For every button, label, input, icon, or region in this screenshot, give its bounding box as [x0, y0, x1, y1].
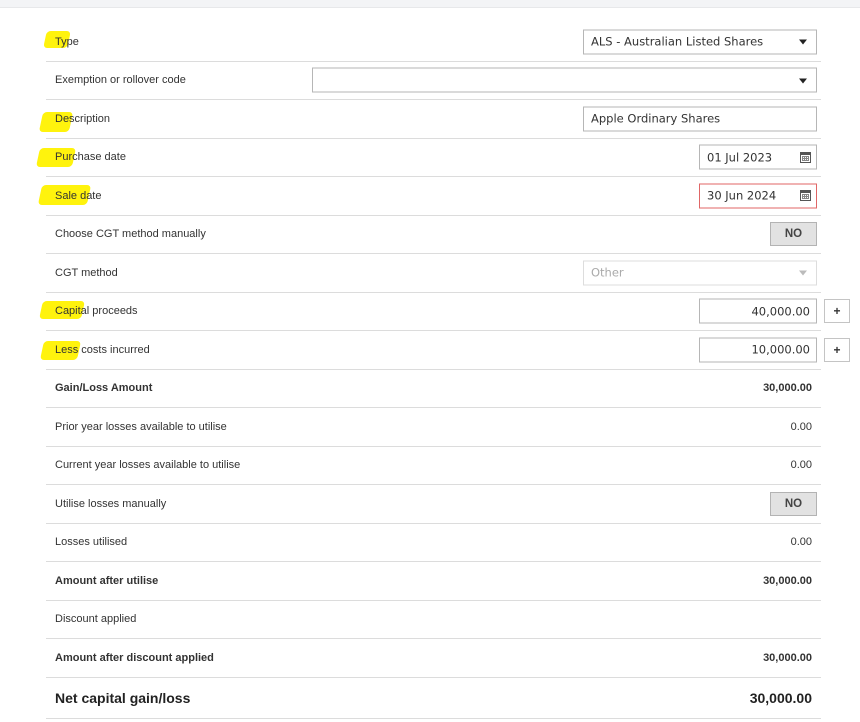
add-proceeds-button[interactable]: +: [824, 299, 850, 324]
gain-loss-label: Gain/Loss Amount: [55, 382, 153, 395]
capital-proceeds-label: Capital proceeds: [55, 305, 138, 318]
purchase-date-input[interactable]: 01 Jul 2023: [699, 144, 817, 170]
discount-label: Discount applied: [55, 613, 137, 626]
row-purchase-date: Purchase date 01 Jul 2023: [46, 139, 821, 177]
losses-utilised-label: Losses utilised: [55, 536, 128, 549]
after-discount-label: Amount after discount applied: [55, 651, 214, 664]
description-input[interactable]: Apple Ordinary Shares: [583, 106, 817, 132]
row-prior-losses: Prior year losses available to utilise 0…: [46, 408, 821, 447]
row-losses-utilised: Losses utilised 0.00: [46, 524, 821, 562]
less-costs-value: 10,000.00: [751, 342, 810, 357]
prior-losses-value: 0.00: [790, 420, 812, 433]
cgt-method-value: Other: [591, 265, 624, 280]
utilise-manually-label: Utilise losses manually: [55, 497, 167, 510]
choose-cgt-label: Choose CGT method manually: [55, 228, 206, 241]
calendar-icon[interactable]: [800, 151, 811, 163]
chevron-down-icon: [799, 270, 807, 276]
current-losses-value: 0.00: [790, 459, 812, 472]
row-capital-proceeds: Capital proceeds 40,000.00 +: [46, 293, 850, 331]
row-net-gain: Net capital gain/loss 30,000.00: [46, 678, 821, 719]
gain-loss-value: 30,000.00: [763, 382, 812, 395]
row-utilise-manually: Utilise losses manually NO: [46, 485, 821, 524]
row-less-costs: Less costs incurred 10,000.00 +: [46, 331, 850, 370]
cgt-method-label: CGT method: [55, 266, 118, 279]
cgt-form: Type ALS - Australian Listed Shares Exem…: [46, 23, 850, 719]
calendar-icon[interactable]: [800, 190, 811, 202]
row-sale-date: Sale date 30 Jun 2024: [46, 177, 821, 216]
net-gain-label: Net capital gain/loss: [55, 689, 191, 706]
row-gain-loss: Gain/Loss Amount 30,000.00: [46, 370, 821, 408]
row-description: Description Apple Ordinary Shares: [46, 100, 821, 139]
prior-losses-label: Prior year losses available to utilise: [55, 420, 227, 433]
exemption-select[interactable]: [312, 67, 817, 93]
capital-proceeds-value: 40,000.00: [751, 304, 810, 319]
capital-proceeds-input[interactable]: 40,000.00: [699, 298, 817, 324]
less-costs-label: Less costs incurred: [55, 343, 150, 356]
after-utilise-label: Amount after utilise: [55, 574, 159, 587]
row-after-utilise: Amount after utilise 30,000.00: [46, 562, 821, 601]
sale-date-value: 30 Jun 2024: [707, 188, 777, 203]
row-choose-cgt: Choose CGT method manually NO: [46, 216, 821, 254]
row-discount: Discount applied: [46, 601, 821, 639]
row-type: Type ALS - Australian Listed Shares: [46, 23, 821, 62]
chevron-down-icon: [799, 39, 807, 45]
choose-cgt-toggle[interactable]: NO: [770, 222, 817, 247]
after-utilise-value: 30,000.00: [763, 574, 812, 587]
purchase-date-label: Purchase date: [55, 151, 126, 164]
type-select-value: ALS - Australian Listed Shares: [591, 34, 764, 49]
row-current-losses: Current year losses available to utilise…: [46, 447, 821, 485]
type-label: Type: [55, 35, 79, 48]
exemption-label: Exemption or rollover code: [55, 74, 186, 87]
add-costs-button[interactable]: +: [824, 337, 850, 362]
losses-utilised-value: 0.00: [790, 536, 812, 549]
type-select[interactable]: ALS - Australian Listed Shares: [583, 29, 817, 55]
sale-date-input[interactable]: 30 Jun 2024: [699, 183, 817, 209]
row-after-discount: Amount after discount applied 30,000.00: [46, 639, 821, 678]
cgt-method-select: Other: [583, 260, 817, 286]
less-costs-input[interactable]: 10,000.00: [699, 337, 817, 363]
row-cgt-method: CGT method Other: [46, 254, 821, 293]
row-exemption: Exemption or rollover code: [46, 62, 821, 100]
sale-date-label: Sale date: [55, 189, 102, 202]
net-gain-value: 30,000.00: [749, 689, 812, 706]
description-label: Description: [55, 112, 111, 125]
top-bar: [0, 0, 860, 8]
after-discount-value: 30,000.00: [763, 651, 812, 664]
purchase-date-value: 01 Jul 2023: [707, 150, 773, 165]
chevron-down-icon: [799, 78, 807, 84]
current-losses-label: Current year losses available to utilise: [55, 459, 241, 472]
description-value: Apple Ordinary Shares: [591, 111, 721, 126]
utilise-manually-toggle[interactable]: NO: [770, 491, 817, 516]
